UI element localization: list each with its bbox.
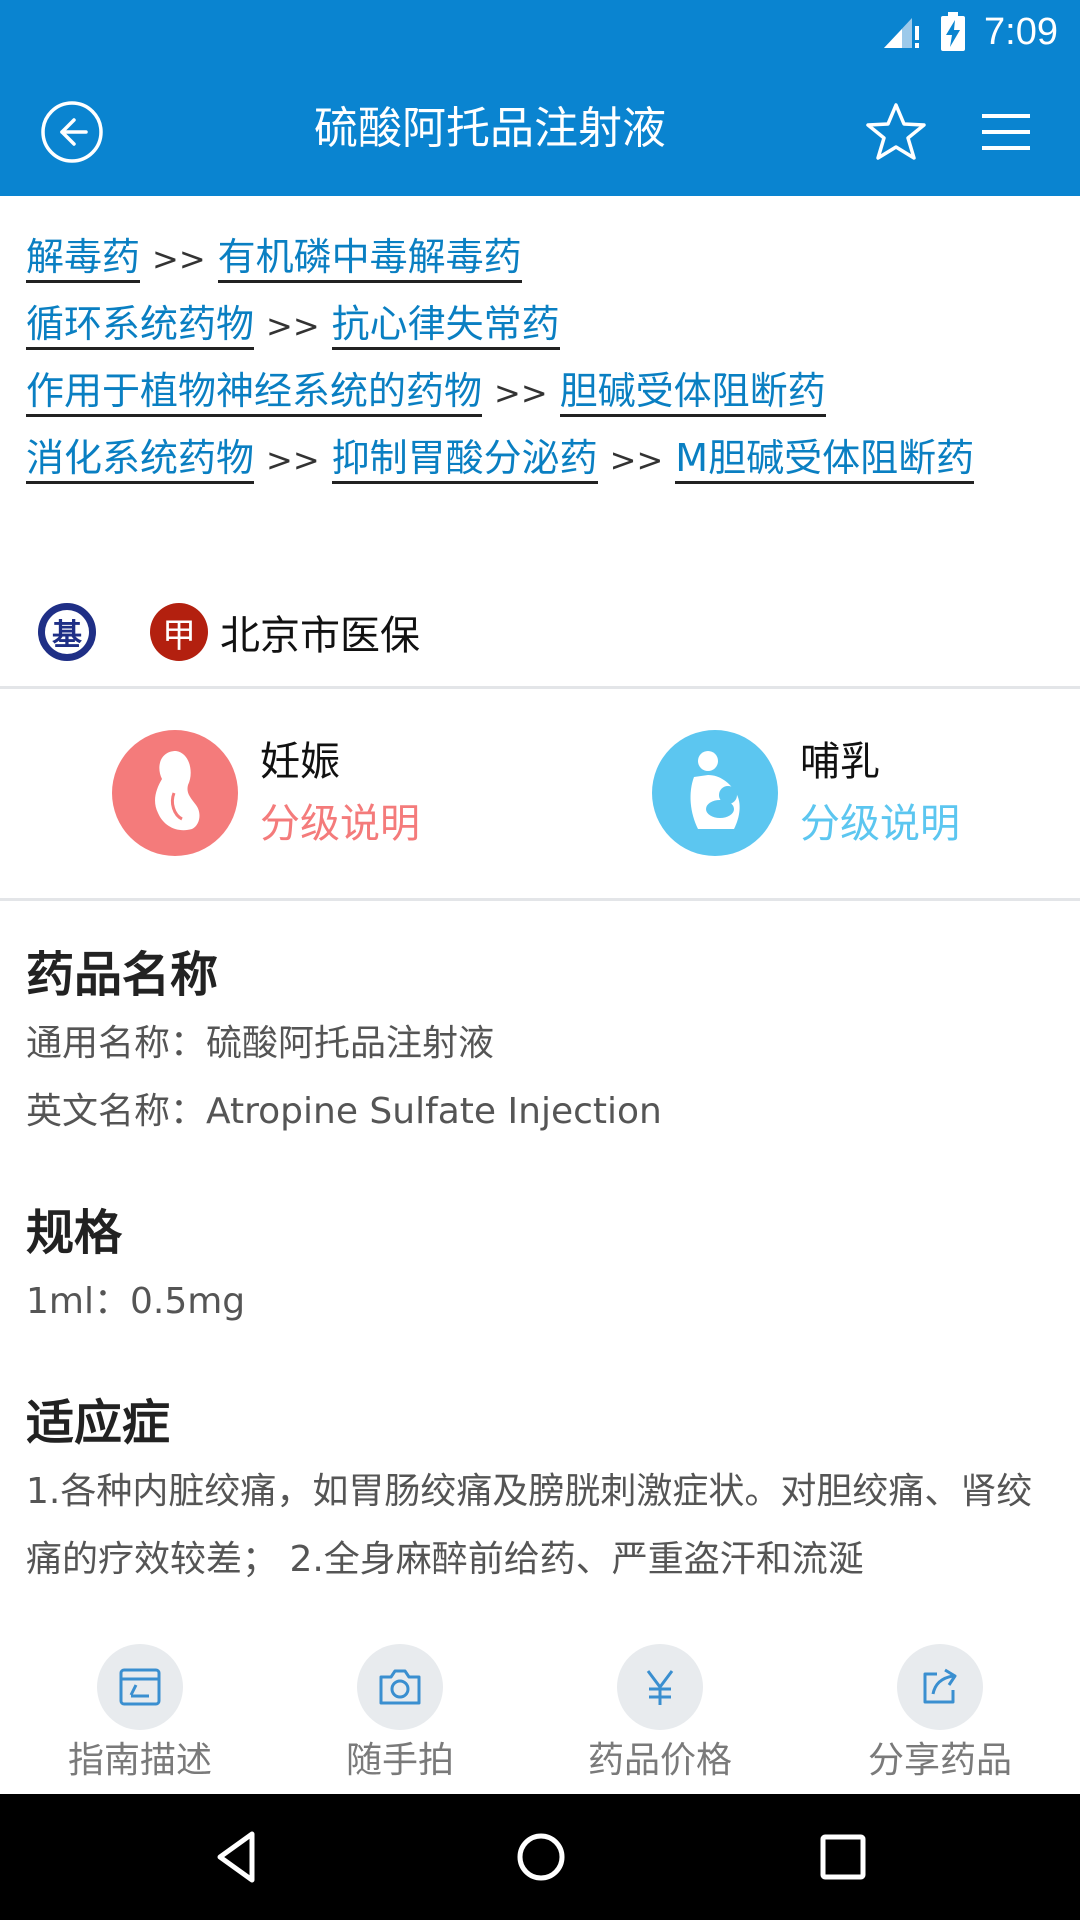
category-link-autonomic[interactable]: 作用于植物神经系统的药物 xyxy=(26,369,483,417)
category-row: 解毒药 >> 有机磷中毒解毒药 xyxy=(26,224,1056,291)
bottom-toolbar: 指南描述 随手拍 药品价格 分享药品 xyxy=(0,1628,1080,1794)
camera-icon xyxy=(379,1669,421,1705)
indications-heading: 适应症 xyxy=(26,1395,171,1451)
share-icon xyxy=(923,1668,957,1704)
pregnancy-section: 妊娠 分级说明 xyxy=(112,730,420,856)
nav-home-icon[interactable] xyxy=(508,1824,574,1890)
drug-price-label: 药品价格 xyxy=(587,1740,732,1781)
pregnancy-grading-link[interactable]: 分级说明 xyxy=(260,793,420,855)
page-title: 硫酸阿托品注射液 xyxy=(314,103,666,154)
lactation-grading-link[interactable]: 分级说明 xyxy=(800,793,960,855)
lactation-title: 哺乳 xyxy=(800,739,880,785)
guide-icon xyxy=(119,1668,161,1706)
category-link-organophosphate-antidote[interactable]: 有机磷中毒解毒药 xyxy=(217,235,522,283)
breadcrumb-separator: >> xyxy=(494,374,548,412)
category-row: 作用于植物神经系统的药物 >> 胆碱受体阻断药 xyxy=(26,358,1056,425)
spec-heading: 规格 xyxy=(26,1205,123,1261)
insurance-label: 北京市医保 xyxy=(220,613,420,659)
snapshot-label: 随手拍 xyxy=(345,1740,454,1781)
category-link-cholinergic-blocker[interactable]: 胆碱受体阻断药 xyxy=(559,369,826,417)
breastfeeding-icon xyxy=(690,751,740,829)
share-drug-label: 分享药品 xyxy=(867,1740,1012,1781)
app-bar: 硫酸阿托品注射液 xyxy=(0,64,1080,196)
category-link-antidote[interactable]: 解毒药 xyxy=(26,235,141,283)
drug-info: 药品名称 通用名称：硫酸阿托品注射液 英文名称：Atropine Sulfate… xyxy=(26,940,1056,1594)
snapshot-button[interactable]: 随手拍 xyxy=(300,1644,500,1786)
breadcrumb-separator: >> xyxy=(152,240,206,278)
breadcrumb-separator: >> xyxy=(266,441,320,479)
category-row: 循环系统药物 >> 抗心律失常药 xyxy=(26,291,1056,358)
english-name: 英文名称：Atropine Sulfate Injection xyxy=(26,1091,662,1132)
breadcrumb-separator: >> xyxy=(609,441,664,479)
class-a-badge: 甲 xyxy=(150,603,208,661)
share-icon-circle xyxy=(897,1644,983,1730)
category-link-acid-suppressant[interactable]: 抑制胃酸分泌药 xyxy=(331,436,598,484)
battery-charging-icon xyxy=(941,12,966,51)
menu-icon[interactable] xyxy=(976,104,1036,160)
breadcrumb-separator: >> xyxy=(266,307,320,345)
lactation-icon xyxy=(652,730,778,856)
category-row: 消化系统药物 >> 抑制胃酸分泌药 >> M胆碱受体阻断药 xyxy=(26,425,1056,492)
category-link-digestive[interactable]: 消化系统药物 xyxy=(26,436,255,484)
divider xyxy=(0,898,1080,901)
camera-icon-circle xyxy=(357,1644,443,1730)
status-bar: 7:09 xyxy=(0,0,1080,64)
status-time: 7:09 xyxy=(984,10,1058,53)
category-link-circulatory[interactable]: 循环系统药物 xyxy=(26,302,255,350)
lactation-text: 哺乳 分级说明 xyxy=(800,731,960,855)
nav-back-icon[interactable] xyxy=(204,1824,270,1890)
favorite-star-icon[interactable] xyxy=(864,100,928,164)
drug-name-heading: 药品名称 xyxy=(26,947,219,1003)
guide-icon-circle xyxy=(97,1644,183,1730)
category-breadcrumbs: 解毒药 >> 有机磷中毒解毒药 循环系统药物 >> 抗心律失常药 作用于植物神经系统的药… xyxy=(26,224,1056,492)
essential-drug-badge-text: 基 xyxy=(45,610,89,654)
pregnant-woman-icon xyxy=(155,751,200,831)
yuan-icon xyxy=(646,1670,674,1705)
pregnancy-icon xyxy=(112,730,238,856)
indications-text: 1.各种内脏绞痛，如胃肠绞痛及膀胱刺激症状。对胆绞痛、肾绞痛的疗效较差； 2.全… xyxy=(26,1471,1033,1580)
essential-drug-badge: 基 xyxy=(38,603,96,661)
guide-description-label: 指南描述 xyxy=(67,1740,212,1781)
pregnancy-title: 妊娠 xyxy=(260,739,340,785)
system-nav-bar xyxy=(0,1794,1080,1920)
signal-icon xyxy=(884,18,920,48)
nav-recents-icon[interactable] xyxy=(810,1824,876,1890)
pregnancy-text: 妊娠 分级说明 xyxy=(260,731,420,855)
divider xyxy=(0,686,1080,689)
generic-name: 通用名称：硫酸阿托品注射液 xyxy=(26,1023,495,1064)
insurance-row: 基 甲 北京市医保 xyxy=(38,600,420,664)
guide-description-button[interactable]: 指南描述 xyxy=(40,1644,240,1786)
spec-value: 1ml：0.5mg xyxy=(26,1281,246,1322)
status-icons: 7:09 xyxy=(882,10,1058,54)
share-drug-button[interactable]: 分享药品 xyxy=(840,1644,1040,1786)
back-icon[interactable] xyxy=(40,100,104,164)
yuan-icon-circle xyxy=(617,1644,703,1730)
category-link-antiarrhythmic[interactable]: 抗心律失常药 xyxy=(331,302,560,350)
drug-price-button[interactable]: 药品价格 xyxy=(560,1644,760,1786)
category-link-m-cholinergic-blocker[interactable]: M胆碱受体阻断药 xyxy=(675,436,975,484)
lactation-section: 哺乳 分级说明 xyxy=(652,730,960,856)
